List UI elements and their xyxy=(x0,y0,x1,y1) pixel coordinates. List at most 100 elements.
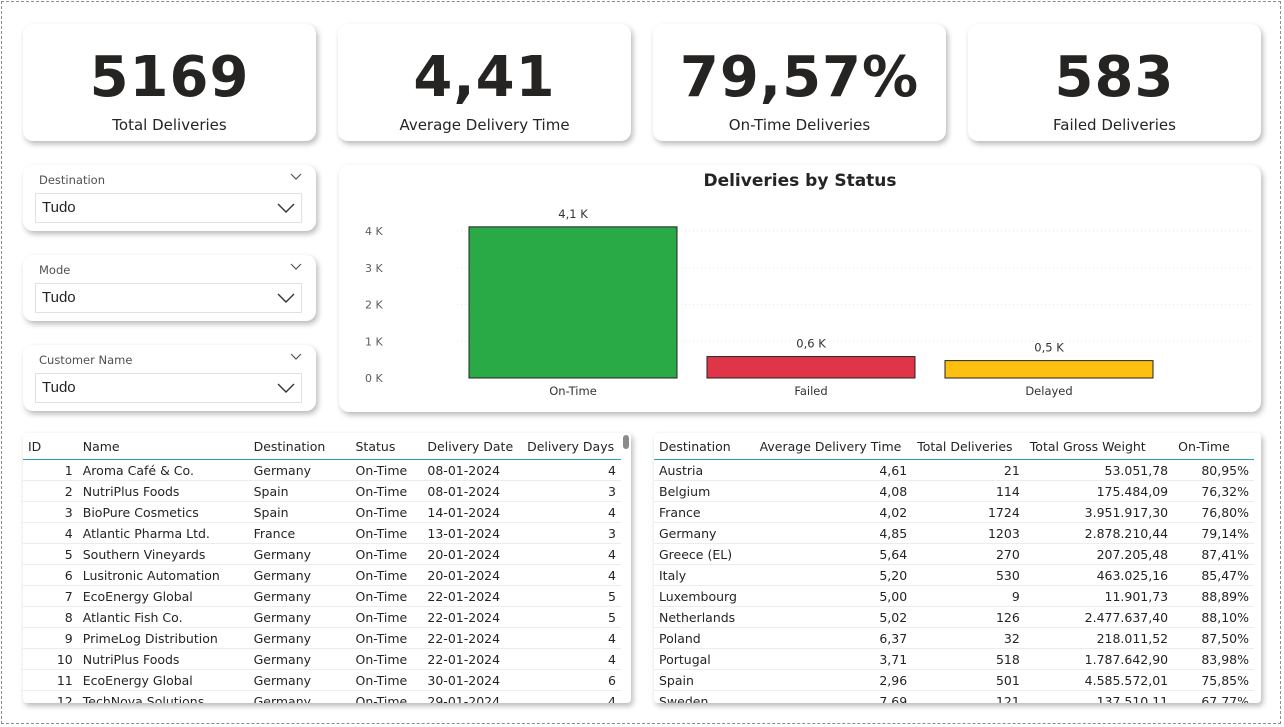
table-cell: 75,85% xyxy=(1201,672,1249,688)
table-cell: Sweden xyxy=(659,693,709,704)
table-cell: 10 xyxy=(56,651,73,667)
column-header[interactable]: Total Gross Weight xyxy=(1025,433,1173,460)
table-row[interactable]: 7 EcoEnergy Global Germany On-Time 22-01-202… xyxy=(23,586,621,607)
x-tick-label: On-Time xyxy=(549,384,597,398)
table-row[interactable]: Portugal 3,71 518 1.787.642,90 83,98% xyxy=(654,649,1254,670)
table-row[interactable]: Austria 4,61 21 53.051,78 80,95% xyxy=(654,460,1254,481)
column-header[interactable]: Status xyxy=(351,433,423,460)
table-row[interactable]: 8 Atlantic Fish Co. Germany On-Time 22-01-20… xyxy=(23,607,621,628)
table-row[interactable]: Italy 5,20 530 463.025,16 85,47% xyxy=(654,565,1254,586)
destination-table: Destination Average Delivery Time Total De… xyxy=(654,433,1254,703)
table-cell: 518 xyxy=(995,651,1020,667)
table-cell: On-Time xyxy=(355,651,408,667)
table-row[interactable]: France 4,02 1724 3.951.917,30 76,80% xyxy=(654,502,1254,523)
table-row[interactable]: Germany 4,85 1203 2.878.210,44 79,14% xyxy=(654,523,1254,544)
slicer-destination[interactable]: Destination Tudo xyxy=(23,165,316,231)
slicer-customer-name[interactable]: Customer Name Tudo xyxy=(23,345,316,411)
table-row[interactable]: 3 BioPure Cosmetics Spain On-Time 14-01-2024… xyxy=(23,502,621,523)
table-row[interactable]: Luxembourg 5,00 9 11.901,73 88,89% xyxy=(654,586,1254,607)
table-cell: 1203 xyxy=(987,525,1020,541)
chevron-down-icon[interactable] xyxy=(290,351,302,361)
table-cell: On-Time xyxy=(355,525,408,541)
table-cell: Germany xyxy=(253,672,312,688)
table-row[interactable]: Poland 6,37 32 218.011,52 87,50% xyxy=(654,628,1254,649)
slicer-selected-value: Tudo xyxy=(42,199,76,216)
column-header[interactable]: Name xyxy=(78,433,249,460)
table-cell: 5 xyxy=(608,588,616,604)
table-cell: Germany xyxy=(253,693,312,704)
table-cell: Spain xyxy=(253,483,289,499)
table-row[interactable]: 5 Southern Vineyards Germany On-Time 20-01-2… xyxy=(23,544,621,565)
kpi-card-average-delivery-time[interactable]: 4,41 Average Delivery Time xyxy=(338,24,631,141)
kpi-card-total-deliveries[interactable]: 5169 Total Deliveries xyxy=(23,24,316,141)
table-row[interactable]: Spain 2,96 501 4.585.572,01 75,85% xyxy=(654,670,1254,691)
column-header[interactable]: Destination xyxy=(249,433,351,460)
table-cell: 2.477.637,40 xyxy=(1084,609,1169,625)
column-header[interactable]: ID xyxy=(23,433,78,460)
table-cell: 3 xyxy=(608,525,616,541)
table-row[interactable]: 4 Atlantic Pharma Ltd. France On-Time 13-01-… xyxy=(23,523,621,544)
table-cell: 218.011,52 xyxy=(1096,630,1169,646)
table-cell: 6,37 xyxy=(879,630,908,646)
table-cell: 3 xyxy=(608,483,616,499)
table-row[interactable]: 12 TechNova Solutions Germany On-Time 29-01-… xyxy=(23,691,621,704)
chevron-down-icon[interactable] xyxy=(290,261,302,271)
slicer-dropdown[interactable]: Tudo xyxy=(35,193,302,223)
kpi-card-on-time-deliveries[interactable]: 79,57% On-Time Deliveries xyxy=(653,24,946,141)
table-cell: 3 xyxy=(64,504,73,520)
table-cell: 175.484,09 xyxy=(1096,483,1169,499)
table-cell: Italy xyxy=(659,567,687,583)
column-header[interactable]: Delivery Days xyxy=(522,433,621,460)
chevron-down-icon[interactable] xyxy=(290,171,302,181)
table-cell: 270 xyxy=(995,546,1020,562)
table-cell: 4,85 xyxy=(879,525,908,541)
table-cell: 11 xyxy=(56,672,73,688)
slicer-mode[interactable]: Mode Tudo xyxy=(23,255,316,321)
slicer-title: Mode xyxy=(39,263,71,277)
kpi-card-failed-deliveries[interactable]: 583 Failed Deliveries xyxy=(968,24,1261,141)
table-row[interactable]: Netherlands 5,02 126 2.477.637,40 88,10% xyxy=(654,607,1254,628)
table-row[interactable]: 10 NutriPlus Foods Germany On-Time 22-01-202… xyxy=(23,649,621,670)
table-row[interactable]: Belgium 4,08 114 175.484,09 76,32% xyxy=(654,481,1254,502)
table-row[interactable]: 9 PrimeLog Distribution Germany On-Time 22-0… xyxy=(23,628,621,649)
table-row[interactable]: Greece (EL) 5,64 270 207.205,48 87,41% xyxy=(654,544,1254,565)
slicer-dropdown[interactable]: Tudo xyxy=(35,373,302,403)
column-header[interactable]: Total Deliveries xyxy=(912,433,1025,460)
destination-table-card: Destination Average Delivery Time Total De… xyxy=(654,433,1261,703)
chart-deliveries-by-status[interactable]: Deliveries by Status 0 K1 K2 K3 K4 K 4,1 … xyxy=(339,165,1261,412)
kpi-label: On-Time Deliveries xyxy=(728,116,871,134)
column-header[interactable]: Delivery Date xyxy=(422,433,522,460)
table-cell: 13-01-2024 xyxy=(427,525,501,541)
table-cell: TechNova Solutions xyxy=(82,693,205,704)
table-cell: PrimeLog Distribution xyxy=(82,630,218,646)
table-cell: 5 xyxy=(64,546,73,562)
table-cell: Spain xyxy=(253,504,289,520)
table-cell: EcoEnergy Global xyxy=(82,588,193,604)
kpi-value: 4,41 xyxy=(413,45,556,110)
table-cell: On-Time xyxy=(355,630,408,646)
table-cell: 3.951.917,30 xyxy=(1084,504,1169,520)
chevron-down-icon xyxy=(277,383,295,393)
table-cell: Germany xyxy=(253,546,312,562)
table-cell: 137.510,11 xyxy=(1096,693,1169,704)
slicer-dropdown[interactable]: Tudo xyxy=(35,283,302,313)
table-cell: 08-01-2024 xyxy=(427,462,501,478)
table-cell: BioPure Cosmetics xyxy=(82,504,199,520)
table-cell: NutriPlus Foods xyxy=(82,651,180,667)
column-header[interactable]: Average Delivery Time xyxy=(755,433,913,460)
table-row[interactable]: 1 Aroma Café & Co. Germany On-Time 08-01-202… xyxy=(23,460,621,481)
column-header[interactable]: Destination xyxy=(654,433,755,460)
table-cell: 4 xyxy=(608,567,616,583)
table-row[interactable]: 6 Lusitronic Automation Germany On-Time 20-0… xyxy=(23,565,621,586)
vertical-scrollbar[interactable] xyxy=(623,435,629,449)
table-cell: 20-01-2024 xyxy=(427,546,501,562)
table-cell: 85,47% xyxy=(1201,567,1249,583)
table-row[interactable]: 2 NutriPlus Foods Spain On-Time 08-01-2024 3 xyxy=(23,481,621,502)
y-tick-label: 4 K xyxy=(365,225,383,238)
table-row[interactable]: Sweden 7,69 121 137.510,11 67,77% xyxy=(654,691,1254,704)
column-header[interactable]: On-Time xyxy=(1173,433,1254,460)
table-row[interactable]: 11 EcoEnergy Global Germany On-Time 30-01-20… xyxy=(23,670,621,691)
table-cell: 4 xyxy=(608,504,616,520)
bar-delayed xyxy=(944,360,1154,379)
data-label: 4,1 K xyxy=(558,207,588,221)
